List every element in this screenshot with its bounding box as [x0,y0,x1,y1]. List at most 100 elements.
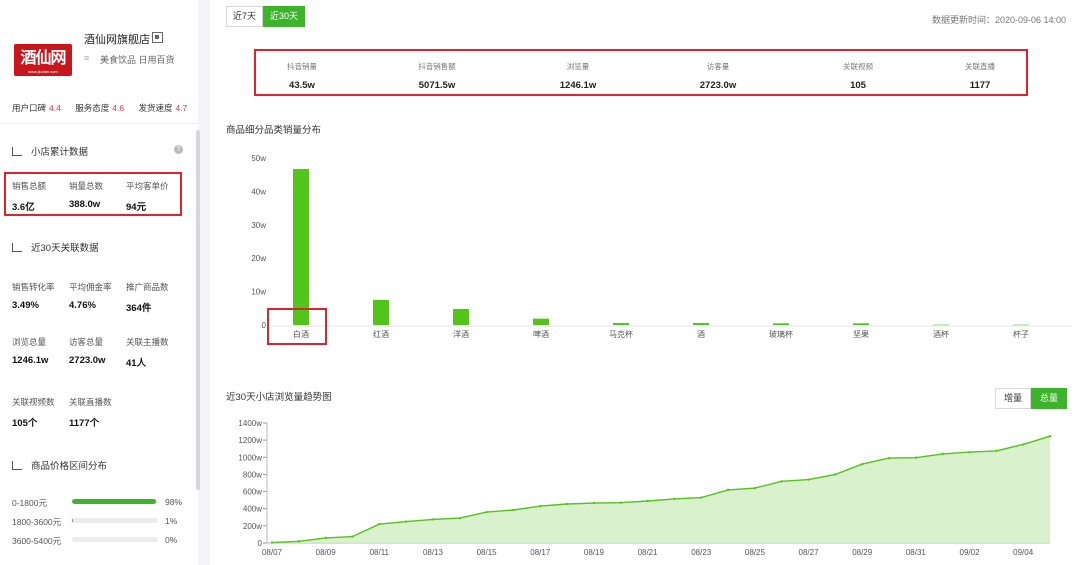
rating-label-service: 服务态度 [75,103,110,113]
x-tick-label: 马克杯 [609,329,633,339]
area-fill [272,436,1050,543]
bar [933,324,949,326]
main-panel: 近7天 近30天 数据更新时间：2020-09-06 14:00 抖音销量 43.… [210,0,1080,565]
category-sales-bar-chart: 0 10w 20w 30w 40w 50w 白酒 红酒 洋酒 啤酒 马克杯 酒 玻璃杯 坚果 酒杯 杯子 [251,154,1072,345]
data-point [780,480,783,483]
help-icon[interactable]: ? [174,145,183,154]
x-tick-label: 08/25 [745,548,766,557]
histogram-icon [12,461,22,470]
data-point [351,535,354,538]
bar [1013,324,1029,326]
y-tick-label: 20w [251,254,266,263]
shop-name: 酒仙网旗舰店 [84,34,150,46]
data-point [1021,443,1025,446]
bar [293,169,309,325]
x-tick-label: 08/13 [423,548,444,557]
x-tick-label: 白酒 [293,329,309,339]
summary-highlight-box: 抖音销量 43.5w 抖音销售额 5071.5w 浏览量 1246.1w 访客量 272… [254,49,1028,96]
stat-total-visitors: 访客总量 2723.0w [69,337,106,366]
x-tick-label: 玻璃杯 [769,329,793,339]
shop-category: 美食饮品 日用百货 [100,55,175,65]
bar [773,323,789,325]
data-point [619,501,622,504]
y-tick-label: 0 [262,321,267,330]
data-point [968,450,971,454]
x-tick-label: 坚果 [853,330,869,339]
rating-label-delivery: 发货速度 [138,103,173,113]
data-point [565,502,569,506]
shop-sidebar: 酒仙网 www.jiuxian.com 酒仙网旗舰店 ≡ 美食饮品 日用百货 用… [0,0,200,565]
y-tick-label: 200w [243,522,262,531]
bar-chart-icon [12,147,22,156]
bar [533,318,549,325]
x-tick-label: 08/15 [477,548,498,557]
cumulative-title: 小店累计数据 [12,144,88,158]
logo-url: www.jiuxian.com [28,69,58,74]
bar [853,323,869,325]
rating-score-service: 4.6 [112,103,125,113]
data-point [753,486,757,490]
price-range-bar [72,537,158,542]
data-point [378,522,381,526]
shop-logo: 酒仙网 www.jiuxian.com [14,44,72,76]
x-tick-label: 09/02 [960,548,981,557]
stat-avg-price: 平均客单价 94元 [126,181,169,213]
x-tick-label: 08/27 [799,548,820,557]
x-tick-label: 红酒 [373,329,389,339]
stat-total-views: 浏览总量 1246.1w [12,337,49,366]
stat-promoted-products: 推广商品数 364件 [126,282,169,314]
y-tick-label: 0 [258,539,263,548]
tab-30-days[interactable]: 近30天 [263,6,306,27]
sidebar-scrollbar[interactable] [196,130,200,490]
bar [453,308,469,325]
x-tick-label: 08/23 [691,548,712,557]
x-tick-label: 08/11 [370,548,390,557]
data-point [941,452,944,456]
bar-chart-title: 商品细分品类销量分布 [226,125,322,136]
data-point [270,541,274,544]
x-tick-label: 08/19 [584,548,605,557]
toggle-total[interactable]: 总量 [1031,388,1068,409]
data-point [995,449,998,453]
stat-total-sales: 销售总额 3.6亿 [12,181,47,213]
views-trend-area-chart: 0 200w 400w 600w 800w 1000w 1200w 1400w 08/07 08/… [238,419,1052,557]
summary-item: 关联直播 1177 [965,62,995,91]
data-point [834,473,837,476]
x-tick-label: 08/09 [316,548,337,557]
y-tick-label: 400w [243,505,262,514]
data-point [592,501,596,505]
price-range-label: 0-1800元 [12,498,47,508]
x-tick-label: 啤酒 [533,329,549,339]
y-tick-label: 1400w [238,419,262,428]
y-tick-label: 600w [243,488,262,497]
recent-title: 近30天关联数据 [12,240,99,254]
stat-linked-lives: 关联直播数 1177个 [69,397,112,429]
tab-7-days[interactable]: 近7天 [226,6,264,27]
data-point [1048,435,1052,438]
stat-commission-rate: 平均佣金率 4.76% [69,282,112,311]
summary-item: 访客量 2723.0w [699,62,737,91]
toggle-increment[interactable]: 增量 [995,388,1032,409]
price-range-bar [72,518,158,523]
shop-header: 酒仙网 www.jiuxian.com 酒仙网旗舰店 ≡ 美食饮品 日用百货 用… [0,0,198,124]
y-tick-label: 40w [251,187,266,196]
data-point [673,497,676,501]
trend-icon [12,243,22,252]
stat-total-volume: 销量总数 388.0w [69,181,104,210]
stat-linked-anchors: 关联主播数 41人 [126,337,169,369]
x-tick-label: 08/17 [530,548,551,557]
price-range-label: 1800-3600元 [12,517,62,527]
summary-item: 浏览量 1246.1w [559,62,597,91]
data-point [539,504,542,508]
rating-score-delivery: 4.7 [175,103,188,113]
price-dist-title: 商品价格区间分布 [12,458,107,472]
data-point [458,516,461,520]
data-point [726,488,730,492]
price-range-pct: 98% [165,497,183,507]
price-range-bar [72,499,158,504]
data-point [512,508,515,512]
qr-code-icon[interactable] [152,32,163,43]
summary-item: 抖音销量 43.5w [287,62,317,91]
line-chart-title: 近30天小店浏览量趋势图 [226,392,332,403]
x-tick-label: 酒 [697,330,705,339]
